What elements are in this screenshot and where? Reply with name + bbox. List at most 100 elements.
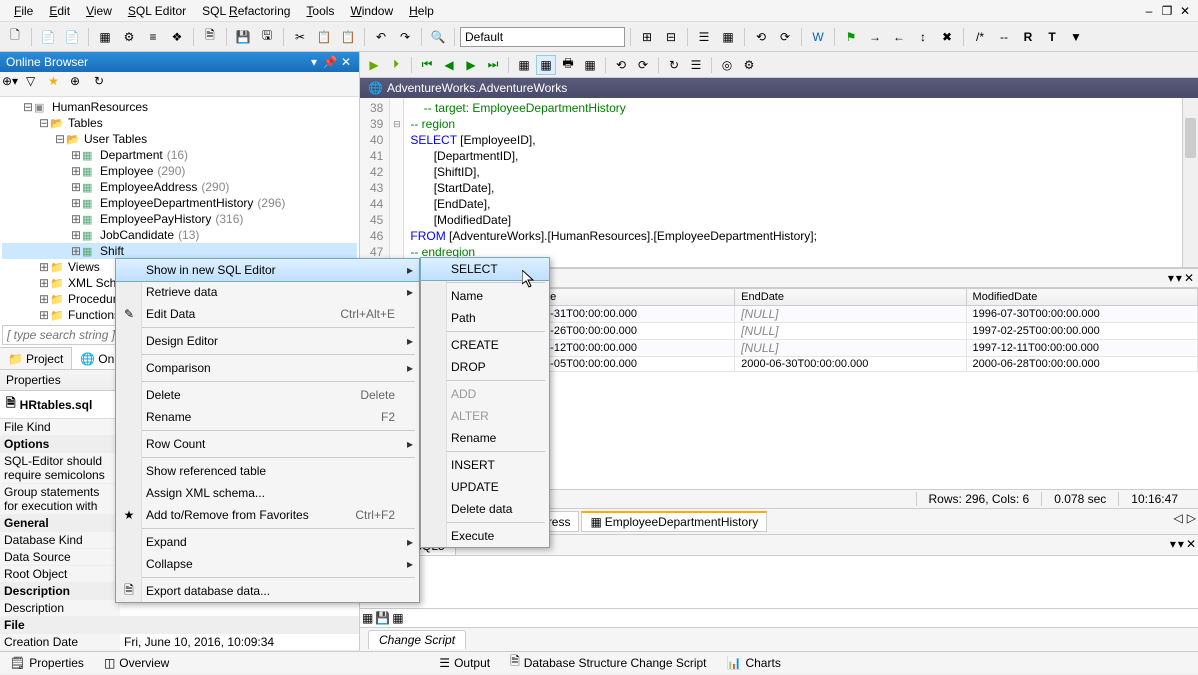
- toolbar-icon[interactable]: ⟳: [774, 26, 796, 48]
- tree-table-jobcandidate[interactable]: ⊞JobCandidate(13): [2, 227, 357, 243]
- refresh-icon[interactable]: ↻: [664, 55, 684, 75]
- toolbar-icon[interactable]: ⊞: [636, 26, 658, 48]
- panel-close-icon[interactable]: ✕: [339, 55, 353, 69]
- context-menu-item[interactable]: Show referenced table: [116, 460, 419, 482]
- toolbar-icon[interactable]: ⟲: [611, 55, 631, 75]
- execute-step-icon[interactable]: ⏵: [386, 55, 406, 75]
- msg-tool-icon[interactable]: ▦: [362, 611, 373, 625]
- submenu-item[interactable]: UPDATE: [421, 476, 549, 498]
- toolbar-icon[interactable]: ⟲: [750, 26, 772, 48]
- submenu-item[interactable]: Delete data: [421, 498, 549, 520]
- fold-gutter[interactable]: ⊟: [390, 98, 404, 267]
- tree-tool-icon[interactable]: ▽: [26, 74, 46, 94]
- submenu-item[interactable]: DROP: [421, 356, 549, 378]
- results-close-icon[interactable]: ✕: [1184, 271, 1194, 285]
- menu-sql-editor[interactable]: SQL Editor: [120, 2, 194, 20]
- toolbar-icon[interactable]: ▦: [580, 55, 600, 75]
- tree-tables[interactable]: ⊟Tables: [2, 115, 357, 131]
- submenu-item[interactable]: Path: [421, 307, 549, 329]
- undo-icon[interactable]: ↶: [370, 26, 392, 48]
- context-menu-item[interactable]: Assign XML schema...: [116, 482, 419, 504]
- context-menu-item[interactable]: Row Count▸: [116, 433, 419, 455]
- results-tab[interactable]: ▦EmployeeDepartmentHistory: [581, 511, 767, 532]
- tab-nav-left-icon[interactable]: ◁: [1174, 511, 1183, 532]
- context-menu-item[interactable]: ★Add to/Remove from FavoritesCtrl+F2: [116, 504, 419, 526]
- maximize-icon[interactable]: ❐: [1160, 4, 1174, 18]
- favorite-icon[interactable]: ★: [48, 74, 68, 94]
- context-menu-item[interactable]: 🗎Export database data...: [116, 580, 419, 602]
- nav-prev-icon[interactable]: ◀: [439, 55, 459, 75]
- menu-tools[interactable]: Tools: [298, 2, 342, 20]
- tree-tool-icon[interactable]: ⊕: [70, 74, 90, 94]
- toolbar-icon[interactable]: T: [1041, 26, 1063, 48]
- context-menu-item[interactable]: DeleteDelete: [116, 384, 419, 406]
- scrollbar-thumb[interactable]: [1185, 118, 1196, 158]
- menu-file[interactable]: File: [6, 2, 41, 20]
- table-cell[interactable]: 1997-02-25T00:00:00.000: [966, 323, 1197, 340]
- bottom-tab-properties[interactable]: 🗒Properties: [0, 654, 94, 672]
- toolbar-icon[interactable]: W: [807, 26, 829, 48]
- context-menu-item[interactable]: RenameF2: [116, 406, 419, 428]
- toolbar-icon[interactable]: ❖: [166, 26, 188, 48]
- minimize-icon[interactable]: –: [1142, 4, 1156, 18]
- toolbar-icon[interactable]: ☰: [693, 26, 715, 48]
- nav-next-icon[interactable]: ▶: [461, 55, 481, 75]
- redo-icon[interactable]: ↷: [394, 26, 416, 48]
- nav-first-icon[interactable]: ⏮: [417, 55, 437, 75]
- toolbar-icon[interactable]: ☰: [686, 55, 706, 75]
- tree-table-employeepayhistory[interactable]: ⊞EmployeePayHistory(316): [2, 211, 357, 227]
- results-pin-icon[interactable]: ▾: [1176, 271, 1182, 285]
- tree-table-employeedepartmenthistory[interactable]: ⊞EmployeeDepartmentHistory(296): [2, 195, 357, 211]
- toolbar-icon[interactable]: ⊟: [660, 26, 682, 48]
- toolbar-icon[interactable]: ←: [888, 26, 910, 48]
- context-menu-item[interactable]: Expand▸: [116, 531, 419, 553]
- toolbar-icon[interactable]: ▼: [1065, 26, 1087, 48]
- msg-pin-icon[interactable]: ▾: [1178, 537, 1184, 553]
- table-cell[interactable]: 1997-12-11T00:00:00.000: [966, 340, 1197, 357]
- context-menu-item[interactable]: Comparison▸: [116, 357, 419, 379]
- toolbar-icon[interactable]: ⚙: [739, 55, 759, 75]
- table-cell[interactable]: [NULL]: [735, 323, 966, 340]
- toolbar-icon[interactable]: 🗎: [199, 26, 221, 48]
- column-header[interactable]: ModifiedDate: [966, 289, 1197, 306]
- bottom-tab-dbchanges[interactable]: 🗎Database Structure Change Script: [500, 650, 716, 675]
- bottom-tab-output[interactable]: ☰Output: [429, 654, 500, 672]
- close-icon[interactable]: ✕: [1178, 4, 1192, 18]
- tree-tool-icon[interactable]: ⊕▾: [2, 74, 22, 94]
- panel-pin-icon[interactable]: 📌: [323, 55, 337, 69]
- toolbar-icon[interactable]: ⟳: [633, 55, 653, 75]
- context-menu-item[interactable]: Collapse▸: [116, 553, 419, 575]
- submenu-item[interactable]: Name: [421, 285, 549, 307]
- target-icon[interactable]: ◎: [717, 55, 737, 75]
- code-body[interactable]: -- target: EmployeeDepartmentHistory-- r…: [404, 98, 823, 267]
- toolbar-icon[interactable]: ≡: [142, 26, 164, 48]
- context-submenu[interactable]: SELECTNamePathCREATEDROPADDALTERRenameIN…: [420, 257, 550, 548]
- menu-view[interactable]: View: [78, 2, 120, 20]
- tree-table-employeeaddress[interactable]: ⊞EmployeeAddress(290): [2, 179, 357, 195]
- toolbar-icon[interactable]: →: [864, 26, 886, 48]
- cut-icon[interactable]: ✂: [289, 26, 311, 48]
- submenu-item[interactable]: Rename: [421, 427, 549, 449]
- grid-icon[interactable]: ▦: [536, 55, 556, 75]
- context-menu-item[interactable]: ✎Edit DataCtrl+Alt+E: [116, 303, 419, 325]
- menu-window[interactable]: Window: [342, 2, 401, 20]
- toolbar-icon[interactable]: /*: [969, 26, 991, 48]
- tree-table-shift[interactable]: ⊞Shift: [2, 243, 357, 259]
- editor-tab-header[interactable]: 🌐 AdventureWorks.AdventureWorks: [360, 78, 1198, 98]
- table-cell[interactable]: 2000-06-30T00:00:00.000: [735, 357, 966, 372]
- toolbar-icon[interactable]: ⚙: [118, 26, 140, 48]
- props-value[interactable]: Fri, June 10, 2016, 10:09:34: [120, 634, 359, 651]
- menu-help[interactable]: Help: [401, 2, 442, 20]
- tree-table-employee[interactable]: ⊞Employee(290): [2, 163, 357, 179]
- toolbar-icon[interactable]: 📄: [61, 26, 83, 48]
- toolbar-icon[interactable]: --: [993, 26, 1015, 48]
- toolbar-icon[interactable]: 🔍: [427, 26, 449, 48]
- code-scrollbar[interactable]: [1182, 98, 1198, 267]
- toolbar-icon[interactable]: ✖: [936, 26, 958, 48]
- save-all-icon[interactable]: 🖫: [256, 26, 278, 48]
- toolbar-icon[interactable]: ▦: [94, 26, 116, 48]
- tree-table-department[interactable]: ⊞Department(16): [2, 147, 357, 163]
- bottom-tab-charts[interactable]: 📊Charts: [717, 654, 791, 672]
- sql-code-editor[interactable]: 38394041424344454647 ⊟ -- target: Employ…: [360, 98, 1198, 268]
- copy-icon[interactable]: 📋: [313, 26, 335, 48]
